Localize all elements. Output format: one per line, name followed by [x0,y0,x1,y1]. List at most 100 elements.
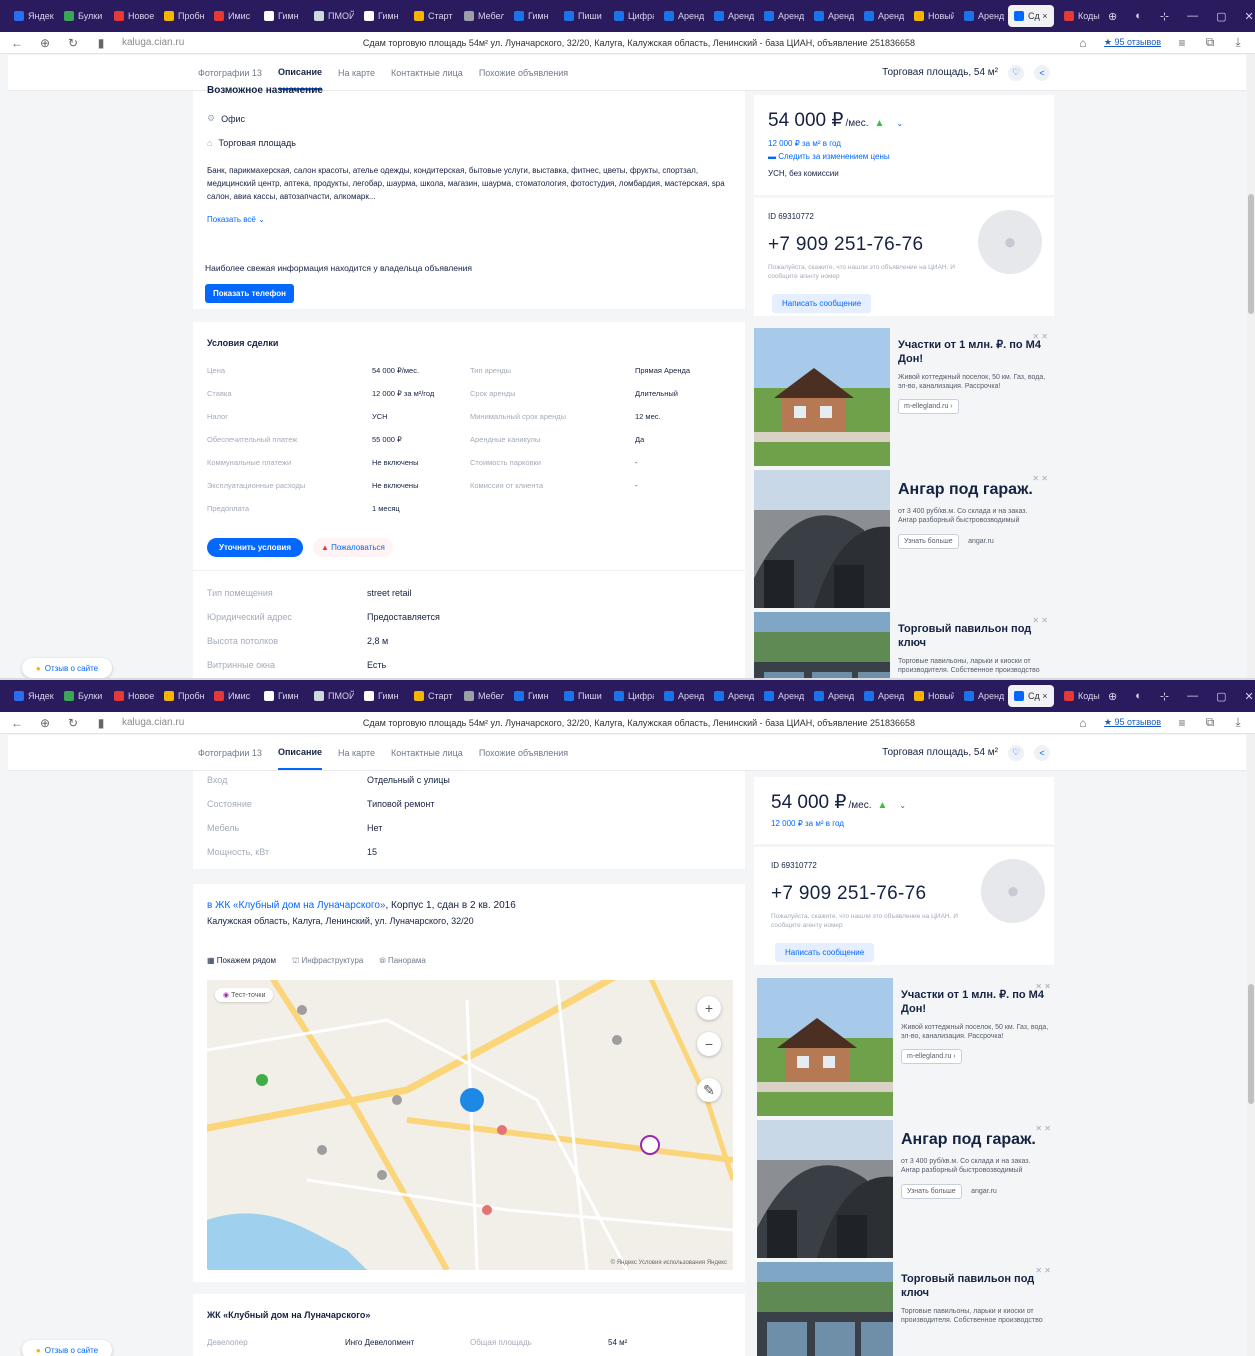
browser-tab[interactable]: Аренд [808,5,854,27]
clarify-button[interactable]: Уточнить условия [207,538,303,557]
close-icon[interactable]: ✕ [1245,690,1254,703]
browser-tab[interactable]: Аренд [858,685,904,707]
browser-tab[interactable]: Новый [908,5,954,27]
browser-tab[interactable]: ПМОЙ [308,5,354,27]
browser-tab[interactable]: Пиши [558,5,604,27]
browser-tab[interactable]: Новый [908,685,954,707]
browser-tab[interactable]: Аренд [708,5,754,27]
zoom-out-button[interactable]: − [697,1032,721,1056]
new-tab-icon[interactable]: ⊕ [1108,10,1117,23]
browser-tab[interactable]: Мебель [458,685,504,707]
browser-tab[interactable]: Гимн [508,685,554,707]
browser-tab[interactable]: Новое [108,5,154,27]
show-more-link[interactable]: Показать всё ⌄ [207,215,265,224]
browser-tab[interactable]: Сд × [1008,5,1054,27]
maximize-icon[interactable]: ▢ [1216,10,1226,23]
nav-link[interactable]: Фотографии 13 [198,735,262,770]
reload-icon[interactable]: ↻ [66,716,80,730]
scrollbar[interactable] [1247,54,1255,678]
scrollbar[interactable] [1247,734,1255,1356]
minimize-icon[interactable]: — [1187,10,1198,23]
browser-tab[interactable]: Имис [208,5,254,27]
ad-close-icon[interactable]: ✕ ✕ [1035,982,1051,991]
reviews-link[interactable]: ★ 95 отзывов [1104,717,1161,728]
browser-tab[interactable]: Аренд [958,685,1004,707]
ruler-button[interactable]: ✎ [697,1078,721,1102]
url-host[interactable]: kaluga.cian.ru [122,717,202,728]
browser-tab[interactable]: Аренд [708,685,754,707]
zoom-in-button[interactable]: + [697,996,721,1020]
ad-close-icon[interactable]: ✕ ✕ [1035,1266,1051,1275]
browser-tab[interactable]: Пиши [558,685,604,707]
ad-card[interactable]: ✕ ✕ Участки от 1 млн. ₽. по М4 Дон! Живой … [757,978,1057,1116]
ad-image[interactable] [754,470,890,608]
download-icon[interactable]: ⤓ [1231,35,1245,50]
ad-card[interactable]: ✕ ✕ Торговый павильон под ключ Торговые па… [757,1262,1057,1356]
browser-tab[interactable]: Цифра [608,5,654,27]
price-history-icon[interactable]: ⌄ [899,801,906,810]
forward-icon[interactable]: ⊕ [38,36,52,50]
map-layer-chip[interactable]: ◉ Тест-точки [215,988,274,1002]
ad-title[interactable]: Участки от 1 млн. ₽. по М4 Дон! [898,338,1046,367]
browser-tab[interactable]: Новое [108,685,154,707]
ad-title[interactable]: Торговый павильон под ключ [898,622,1046,651]
browser-tab[interactable]: Булки [58,5,104,27]
account-icon[interactable]: ◐ [1135,690,1142,703]
browser-tab[interactable]: Старт [408,5,454,27]
nav-link[interactable]: На карте [338,735,375,770]
extensions-icon[interactable]: ⧉ [1203,35,1217,50]
browser-tab[interactable]: Яндекс [8,5,54,27]
reload-icon[interactable]: ↻ [66,36,80,50]
nav-link[interactable]: Описание [277,735,323,770]
ad-image[interactable] [757,1120,893,1258]
browser-tab[interactable]: Аренд [758,685,804,707]
ad-close-icon[interactable]: ✕ ✕ [1032,474,1048,483]
share-icon[interactable]: < [1034,64,1050,81]
complain-button[interactable]: ▲ Пожаловаться [313,538,393,557]
nav-link[interactable]: На карте [338,55,375,90]
browser-tab[interactable]: Коды [1058,685,1104,707]
menu-icon[interactable]: ≡ [1175,36,1189,50]
building-link[interactable]: в ЖК «Клубный дом на Луначарского» [207,900,385,911]
forward-icon[interactable]: ⊕ [38,716,52,730]
browser-tab[interactable]: Аренд [658,5,704,27]
browser-tab[interactable]: Гимн [258,5,304,27]
ad-card[interactable]: ✕ ✕ Торговый павильон под ключ Торговые па… [754,612,1054,678]
ad-link-chip[interactable]: m-ellegland.ru › [898,399,959,415]
browser-tab[interactable]: Гимн [508,5,554,27]
write-message-button[interactable]: Написать сообщение [772,294,872,313]
url-host[interactable]: kaluga.cian.ru [122,37,202,48]
browser-tab[interactable]: Пробнуй [158,5,204,27]
ad-link-chip[interactable]: Узнать больше [898,533,959,549]
nav-link[interactable]: Похожие объявления [479,55,568,90]
ad-close-icon[interactable]: ✕ ✕ [1032,616,1048,625]
browser-tab[interactable]: Гимн [358,685,404,707]
ad-title[interactable]: Участки от 1 млн. ₽. по М4 Дон! [901,988,1049,1017]
phone-number[interactable]: +7 909 251-76-76 [768,234,923,256]
menu-icon[interactable]: ≡ [1175,716,1189,730]
ad-title[interactable]: Ангар под гараж. [901,1130,1049,1151]
write-message-button[interactable]: Написать сообщение [775,943,875,962]
ad-card[interactable]: ✕ ✕ Участки от 1 млн. ₽. по М4 Дон! Живой … [754,328,1054,466]
browser-tab[interactable]: Аренд [858,5,904,27]
phone-number[interactable]: +7 909 251-76-76 [771,883,926,905]
ad-domain[interactable]: angar.ru [963,535,999,548]
show-phone-button[interactable]: Показать телефон [205,284,294,303]
ad-image[interactable] [757,978,893,1116]
browser-tab[interactable]: Булки [58,685,104,707]
browser-tab[interactable]: Аренд [758,5,804,27]
download-icon[interactable]: ⤓ [1231,715,1245,730]
nav-link[interactable]: Контактные лица [391,735,463,770]
ad-title[interactable]: Торговый павильон под ключ [901,1272,1049,1301]
minimize-icon[interactable]: — [1187,690,1198,703]
ad-title[interactable]: Ангар под гараж. [898,480,1046,501]
map-tab-panorama[interactable]: ⦾ Панорама [379,956,426,966]
follow-price-link[interactable]: ▬ Следить за изменением цены [768,152,890,161]
pin-icon[interactable]: ⊹ [1160,10,1169,23]
nav-link[interactable]: Контактные лица [391,55,463,90]
ad-image[interactable] [754,612,890,678]
maximize-icon[interactable]: ▢ [1216,690,1226,703]
ad-link-chip[interactable]: Узнать больше [901,1183,962,1199]
bookmark-icon[interactable]: ⌂ [1076,36,1090,50]
feedback-button[interactable]: ● Отзыв о сайте [22,658,112,678]
